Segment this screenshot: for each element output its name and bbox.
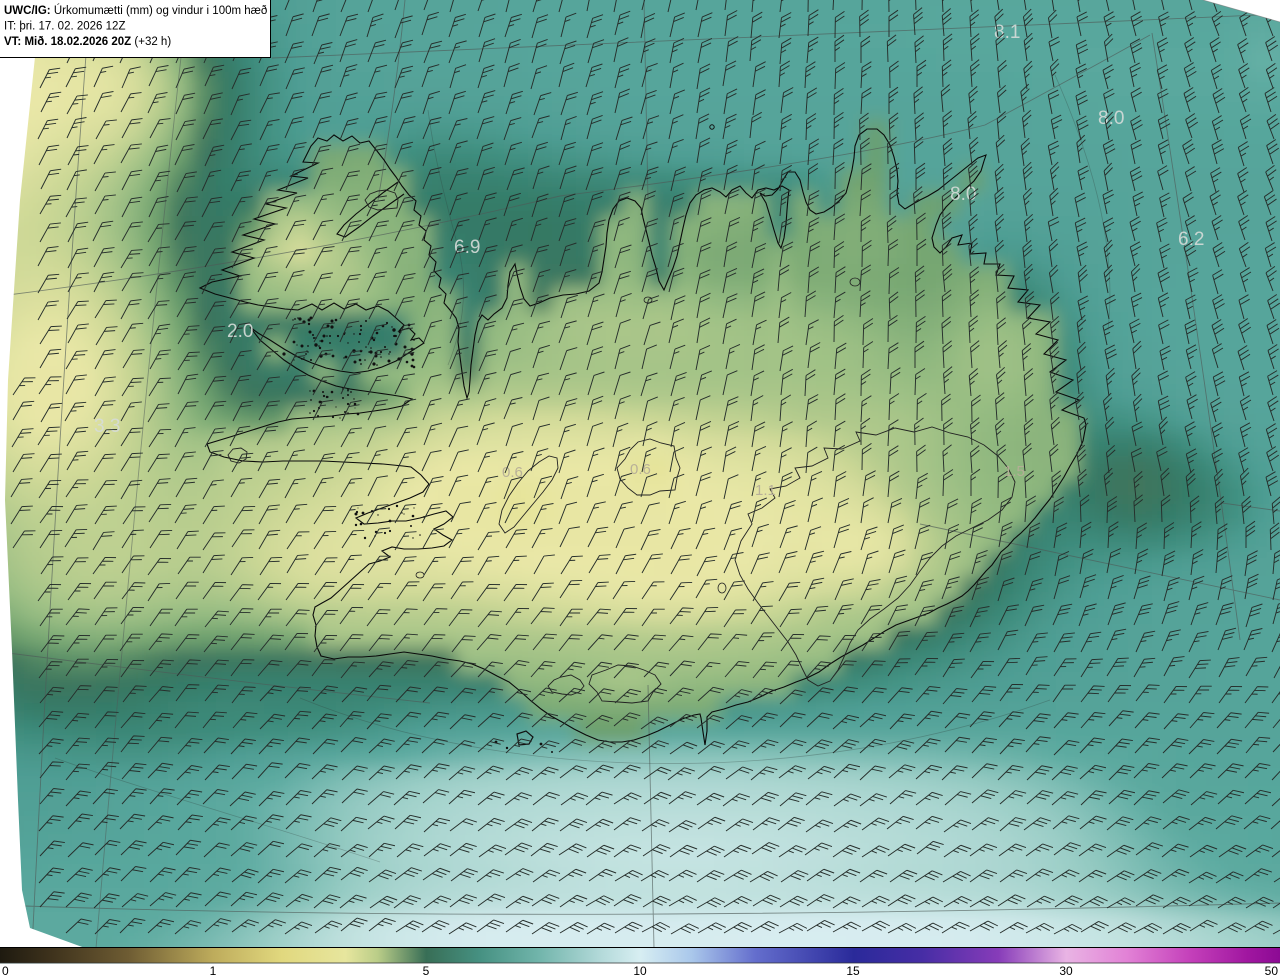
svg-text:1.1: 1.1 [755,482,776,499]
svg-text:15: 15 [846,964,860,978]
svg-text:30: 30 [1059,964,1073,978]
svg-text:0: 0 [2,964,9,978]
svg-text:10: 10 [633,964,647,978]
svg-text:8.1: 8.1 [994,22,1020,43]
svg-text:6.9: 6.9 [454,237,480,258]
svg-text:5: 5 [423,964,430,978]
svg-text:8.0: 8.0 [950,184,976,205]
svg-text:UWC/IG: Úrkomumætti (mm) og vi: UWC/IG: Úrkomumætti (mm) og vindur i 100… [4,4,267,17]
svg-text:VT: Mið. 18.02.2026 20Z (+32 h: VT: Mið. 18.02.2026 20Z (+32 h) [4,36,171,48]
svg-text:1: 1 [210,964,217,978]
svg-text:50: 50 [1265,964,1279,978]
svg-text:IT: þri. 17. 02. 2026 12Z: IT: þri. 17. 02. 2026 12Z [4,21,125,33]
svg-text:0.6: 0.6 [630,461,651,478]
